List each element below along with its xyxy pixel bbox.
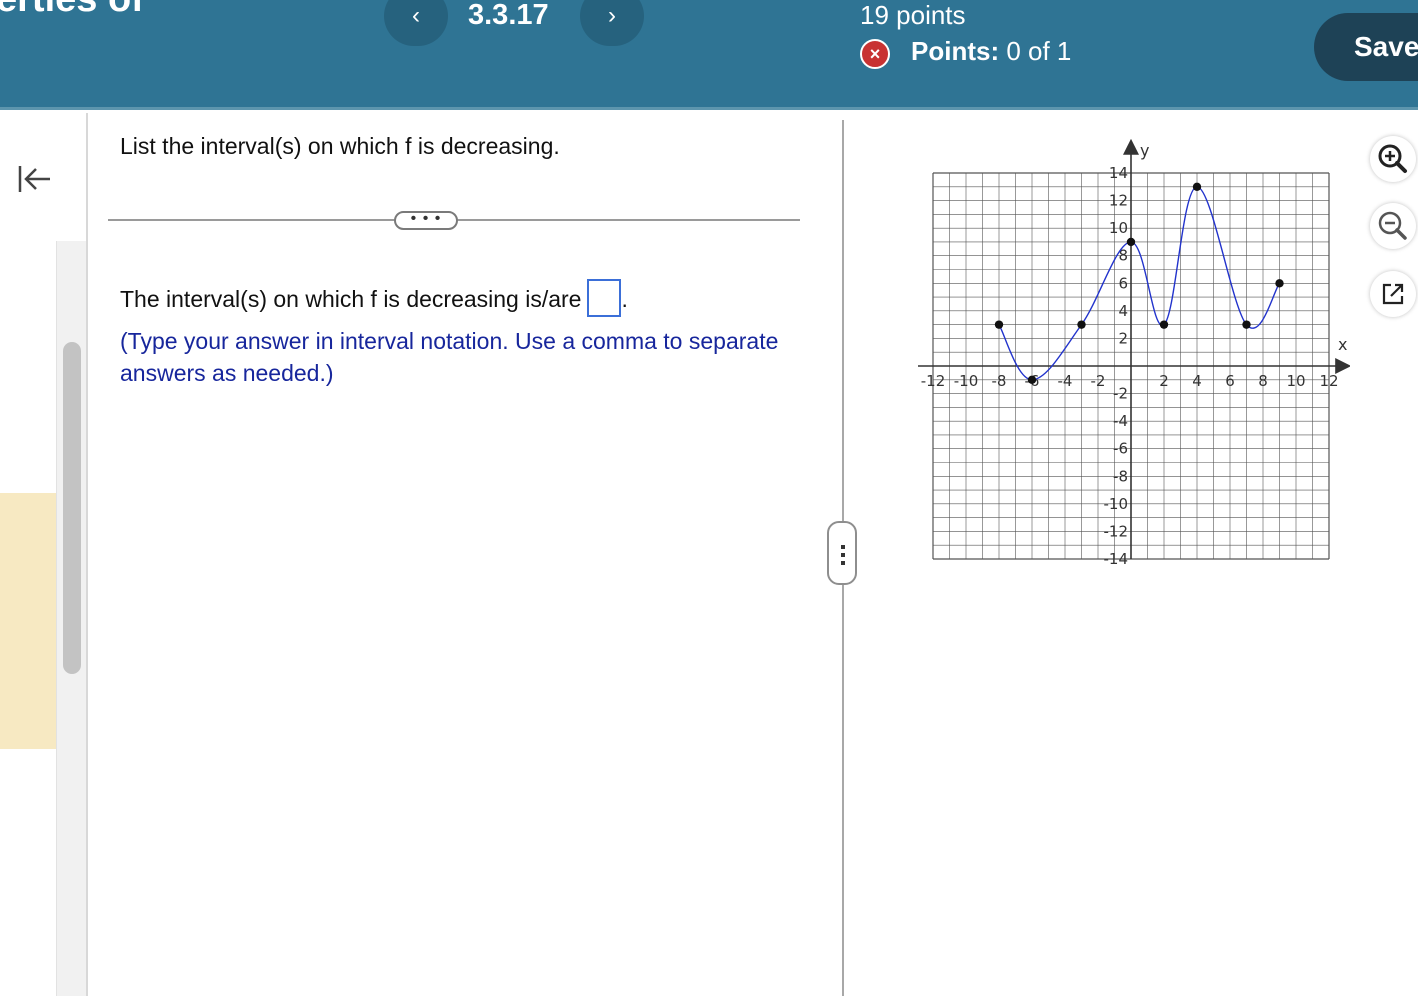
question-number: 3.3.17 [468, 0, 549, 31]
answer-prefix: The interval(s) on which f is decreasing… [120, 286, 582, 313]
y-tick-label: 14 [1109, 164, 1128, 182]
points-score: Points: 0 of 1 [911, 36, 1071, 67]
key-point [1275, 279, 1284, 288]
external-link-icon [1382, 283, 1404, 305]
expand-more-button[interactable]: • • • [394, 211, 458, 230]
x-tick-label: 8 [1258, 372, 1268, 390]
scrollbar-thumb[interactable] [63, 342, 81, 674]
y-tick-label: 12 [1109, 192, 1128, 210]
points-label: Points: [911, 36, 1000, 66]
function-graph: -12-10-8-6-4-2246810121412108642-2-4-6-8… [918, 138, 1350, 568]
zoom-out-icon [1378, 211, 1407, 240]
y-tick-label: 10 [1109, 219, 1128, 237]
answer-input[interactable] [587, 279, 622, 317]
x-tick-label: 2 [1159, 372, 1169, 390]
answer-line: The interval(s) on which f is decreasing… [120, 279, 628, 317]
y-tick-label: 2 [1118, 329, 1128, 347]
y-tick-label: -4 [1113, 412, 1128, 430]
key-point [1242, 320, 1251, 329]
x-tick-label: 6 [1225, 372, 1235, 390]
panel-resize-handle[interactable] [827, 521, 857, 585]
x-axis-label: x [1338, 335, 1347, 354]
key-point [1192, 182, 1202, 191]
x-tick-label: -10 [954, 372, 979, 390]
x-tick-label: -12 [921, 372, 946, 390]
y-tick-label: 4 [1118, 302, 1128, 320]
x-tick-label: 12 [1319, 372, 1338, 390]
save-button[interactable]: Save [1314, 13, 1418, 81]
key-point [1077, 320, 1086, 329]
y-tick-label: 6 [1118, 274, 1128, 292]
next-question-button[interactable]: › [580, 0, 644, 46]
zoom-in-icon [1378, 144, 1407, 173]
previous-question-button[interactable]: ‹ [384, 0, 448, 46]
y-tick-label: -2 [1113, 385, 1128, 403]
x-tick-label: 4 [1192, 372, 1202, 390]
x-tick-label: -4 [1058, 372, 1073, 390]
x-tick-label: 10 [1286, 372, 1305, 390]
x-tick-label: -8 [992, 372, 1007, 390]
y-tick-label: -6 [1113, 440, 1128, 458]
open-in-new-window-button[interactable] [1370, 271, 1416, 317]
y-tick-label: -14 [1104, 550, 1129, 568]
zoom-in-button[interactable] [1370, 136, 1416, 182]
y-axis-label: y [1140, 141, 1149, 160]
zoom-out-button[interactable] [1370, 203, 1416, 249]
incorrect-status-icon: × [860, 39, 890, 69]
y-tick-label: -10 [1104, 495, 1129, 513]
y-tick-label: -12 [1104, 522, 1129, 540]
answer-suffix: . [621, 286, 628, 313]
x-tick-label: -2 [1091, 372, 1106, 390]
key-point [1126, 237, 1136, 247]
key-point [1027, 375, 1037, 384]
answer-instructions: (Type your answer in interval notation. … [120, 328, 779, 386]
question-prompt: List the interval(s) on which f is decre… [120, 133, 560, 159]
course-title: erties of [0, 0, 144, 21]
header-bar: erties of ‹ 3.3.17 › 19 points × Points:… [0, 0, 1418, 110]
current-item-highlight [0, 493, 56, 749]
points-total: 19 points [860, 0, 966, 30]
y-tick-label: 8 [1118, 247, 1128, 265]
key-point [994, 320, 1004, 329]
key-point [1159, 320, 1169, 329]
points-value: 0 of 1 [1006, 36, 1072, 66]
collapse-panel-icon[interactable] [14, 160, 54, 200]
y-tick-label: -8 [1113, 467, 1128, 485]
